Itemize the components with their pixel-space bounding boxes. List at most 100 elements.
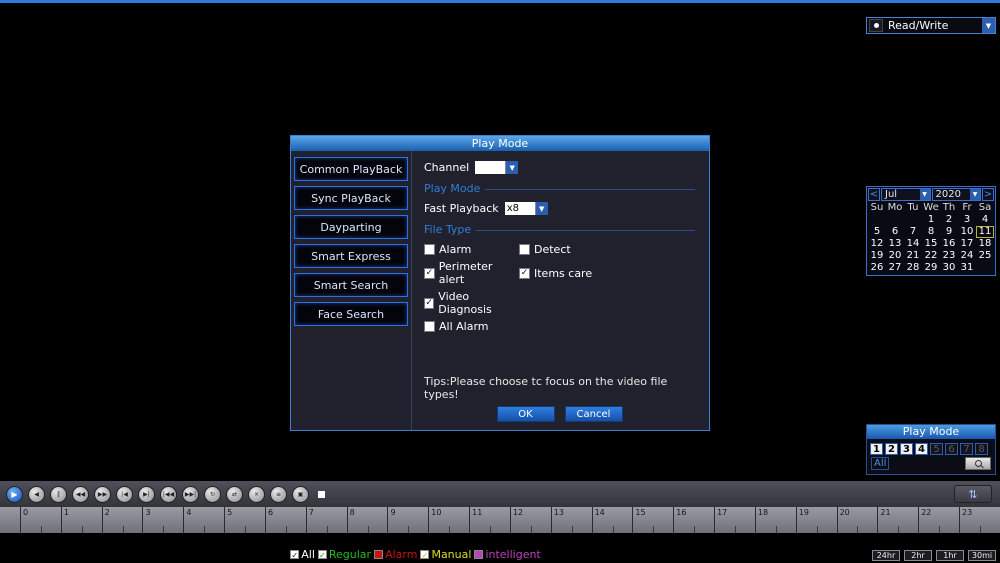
fast-forward-button[interactable]: ▶▶ bbox=[94, 485, 111, 503]
calendar-day-18[interactable]: 18 bbox=[976, 238, 994, 250]
timeline-hour-10[interactable]: 10 bbox=[428, 507, 469, 533]
shuffle-button[interactable]: ⇄ bbox=[226, 485, 243, 503]
sidebar-button-common-playback[interactable]: Common PlayBack bbox=[294, 157, 408, 181]
mute-button[interactable]: × bbox=[248, 485, 265, 503]
calendar-day-24[interactable]: 24 bbox=[958, 250, 976, 262]
timeline-hour-18[interactable]: 18 bbox=[754, 507, 796, 533]
checkbox-items-care[interactable]: ✓ Items care bbox=[519, 260, 614, 286]
next-file-button[interactable]: ▶▶| bbox=[182, 485, 199, 503]
legend-item-all[interactable]: ✓ All bbox=[290, 548, 315, 561]
timeline-hour-3[interactable]: 3 bbox=[142, 507, 183, 533]
timeline-hour-21[interactable]: 21 bbox=[877, 507, 918, 533]
calendar-day-23[interactable]: 23 bbox=[940, 250, 958, 262]
year-dropdown[interactable]: 2020 ▼ bbox=[931, 188, 981, 201]
timeline-hour-2[interactable]: 2 bbox=[101, 507, 143, 533]
legend-item-alarm[interactable]: Alarm bbox=[374, 548, 417, 561]
legend-item-intelligent[interactable]: intelligent bbox=[474, 548, 541, 561]
timeline-hour-8[interactable]: 8 bbox=[346, 507, 388, 533]
calendar-day-21[interactable]: 21 bbox=[904, 250, 922, 262]
calendar-day-26[interactable]: 26 bbox=[868, 262, 886, 274]
timeline-hour-0[interactable]: 0 bbox=[20, 507, 61, 533]
timeline-hour-11[interactable]: 11 bbox=[469, 507, 510, 533]
checkbox-alarm[interactable]: Alarm bbox=[424, 243, 519, 256]
checkbox-all-alarm[interactable]: All Alarm bbox=[424, 320, 519, 333]
calendar-day-11[interactable]: 11 bbox=[976, 226, 994, 238]
timeline-hour-22[interactable]: 22 bbox=[918, 507, 959, 533]
checkbox-video-diagnosis[interactable]: ✓ Video Diagnosis bbox=[424, 290, 519, 316]
calendar-day-31[interactable]: 31 bbox=[958, 262, 976, 274]
calendar-day-13[interactable]: 13 bbox=[886, 238, 904, 250]
sidebar-button-smart-search[interactable]: Smart Search bbox=[294, 273, 408, 297]
calendar-day-22[interactable]: 22 bbox=[922, 250, 940, 262]
range-button-1hr[interactable]: 1hr bbox=[936, 550, 964, 561]
range-button-30mi[interactable]: 30mi bbox=[968, 550, 996, 561]
mode-selector-dropdown[interactable]: Read/Write ▼ bbox=[866, 17, 996, 34]
channel-button-1[interactable]: 1 bbox=[870, 443, 883, 455]
calendar-day-25[interactable]: 25 bbox=[976, 250, 994, 262]
timeline-hour-12[interactable]: 12 bbox=[509, 507, 551, 533]
timeline-hour-20[interactable]: 20 bbox=[836, 507, 878, 533]
prev-file-button[interactable]: |◀◀ bbox=[160, 485, 177, 503]
panel-toggle-button[interactable]: ⇅ bbox=[954, 485, 992, 503]
timeline-hour-5[interactable]: 5 bbox=[224, 507, 265, 533]
loop-button[interactable]: ↻ bbox=[204, 485, 221, 503]
timeline-hour-14[interactable]: 14 bbox=[591, 507, 633, 533]
rewind-button[interactable]: ◀◀ bbox=[72, 485, 89, 503]
calendar-day-4[interactable]: 4 bbox=[976, 214, 994, 226]
snapshot-button[interactable]: ▣ bbox=[292, 485, 309, 503]
dropdown-arrow-icon[interactable]: ▼ bbox=[970, 189, 980, 200]
calendar-day-1[interactable]: 1 bbox=[922, 214, 940, 226]
play-button[interactable]: ▶ bbox=[6, 485, 23, 503]
calendar-day-12[interactable]: 12 bbox=[868, 238, 886, 250]
timeline-hour-13[interactable]: 13 bbox=[550, 507, 592, 533]
timeline-hour-1[interactable]: 1 bbox=[60, 507, 102, 533]
fast-playback-dropdown[interactable]: x8 ▼ bbox=[504, 202, 548, 215]
calendar-day-28[interactable]: 28 bbox=[904, 262, 922, 274]
calendar-day-9[interactable]: 9 bbox=[940, 226, 958, 238]
timeline-hour-23[interactable]: 23 bbox=[959, 507, 1000, 533]
all-channels-label[interactable]: All bbox=[871, 457, 890, 470]
calendar-day-27[interactable]: 27 bbox=[886, 262, 904, 274]
channel-button-5[interactable]: 5 bbox=[930, 443, 943, 455]
channel-button-4[interactable]: 4 bbox=[915, 443, 928, 455]
legend-item-manual[interactable]: ✓ Manual bbox=[420, 548, 471, 561]
calendar-day-7[interactable]: 7 bbox=[904, 226, 922, 238]
channel-button-2[interactable]: 2 bbox=[885, 443, 898, 455]
calendar-day-30[interactable]: 30 bbox=[940, 262, 958, 274]
timeline-hour-15[interactable]: 15 bbox=[632, 507, 673, 533]
timeline-hour-16[interactable]: 16 bbox=[673, 507, 714, 533]
sidebar-button-face-search[interactable]: Face Search bbox=[294, 302, 408, 326]
calendar-next-button[interactable]: > bbox=[982, 188, 994, 201]
channel-button-6[interactable]: 6 bbox=[945, 443, 958, 455]
dropdown-arrow-icon[interactable]: ▼ bbox=[919, 189, 930, 200]
sidebar-button-sync-playback[interactable]: Sync PlayBack bbox=[294, 186, 408, 210]
dropdown-arrow-icon[interactable]: ▼ bbox=[982, 18, 995, 33]
calendar-prev-button[interactable]: < bbox=[868, 188, 880, 201]
calendar-day-6[interactable]: 6 bbox=[886, 226, 904, 238]
timeline-hour-17[interactable]: 17 bbox=[714, 507, 755, 533]
timeline-hour-7[interactable]: 7 bbox=[305, 507, 347, 533]
playlist-button[interactable]: ≡ bbox=[270, 485, 287, 503]
calendar-day-16[interactable]: 16 bbox=[940, 238, 958, 250]
calendar-day-8[interactable]: 8 bbox=[922, 226, 940, 238]
timeline-hour-9[interactable]: 9 bbox=[387, 507, 428, 533]
calendar-day-5[interactable]: 5 bbox=[868, 226, 886, 238]
calendar-day-2[interactable]: 2 bbox=[940, 214, 958, 226]
timeline-hour-4[interactable]: 4 bbox=[183, 507, 224, 533]
prev-frame-button[interactable]: |◀ bbox=[116, 485, 133, 503]
calendar-day-19[interactable]: 19 bbox=[868, 250, 886, 262]
search-button[interactable] bbox=[965, 457, 991, 470]
dropdown-arrow-icon[interactable]: ▼ bbox=[534, 202, 548, 215]
cancel-button[interactable]: Cancel bbox=[564, 406, 623, 422]
legend-item-regular[interactable]: ✓ Regular bbox=[317, 548, 371, 561]
next-frame-button[interactable]: ▶| bbox=[138, 485, 155, 503]
timeline-hour-6[interactable]: 6 bbox=[264, 507, 306, 533]
calendar-day-29[interactable]: 29 bbox=[922, 262, 940, 274]
reverse-play-button[interactable]: ◀ bbox=[28, 485, 45, 503]
pause-button[interactable]: ‖ bbox=[50, 485, 67, 503]
calendar-day-20[interactable]: 20 bbox=[886, 250, 904, 262]
channel-button-8[interactable]: 8 bbox=[975, 443, 988, 455]
channel-dropdown[interactable]: ▼ bbox=[475, 161, 519, 174]
channel-button-3[interactable]: 3 bbox=[900, 443, 913, 455]
month-dropdown[interactable]: Jul ▼ bbox=[881, 188, 931, 201]
